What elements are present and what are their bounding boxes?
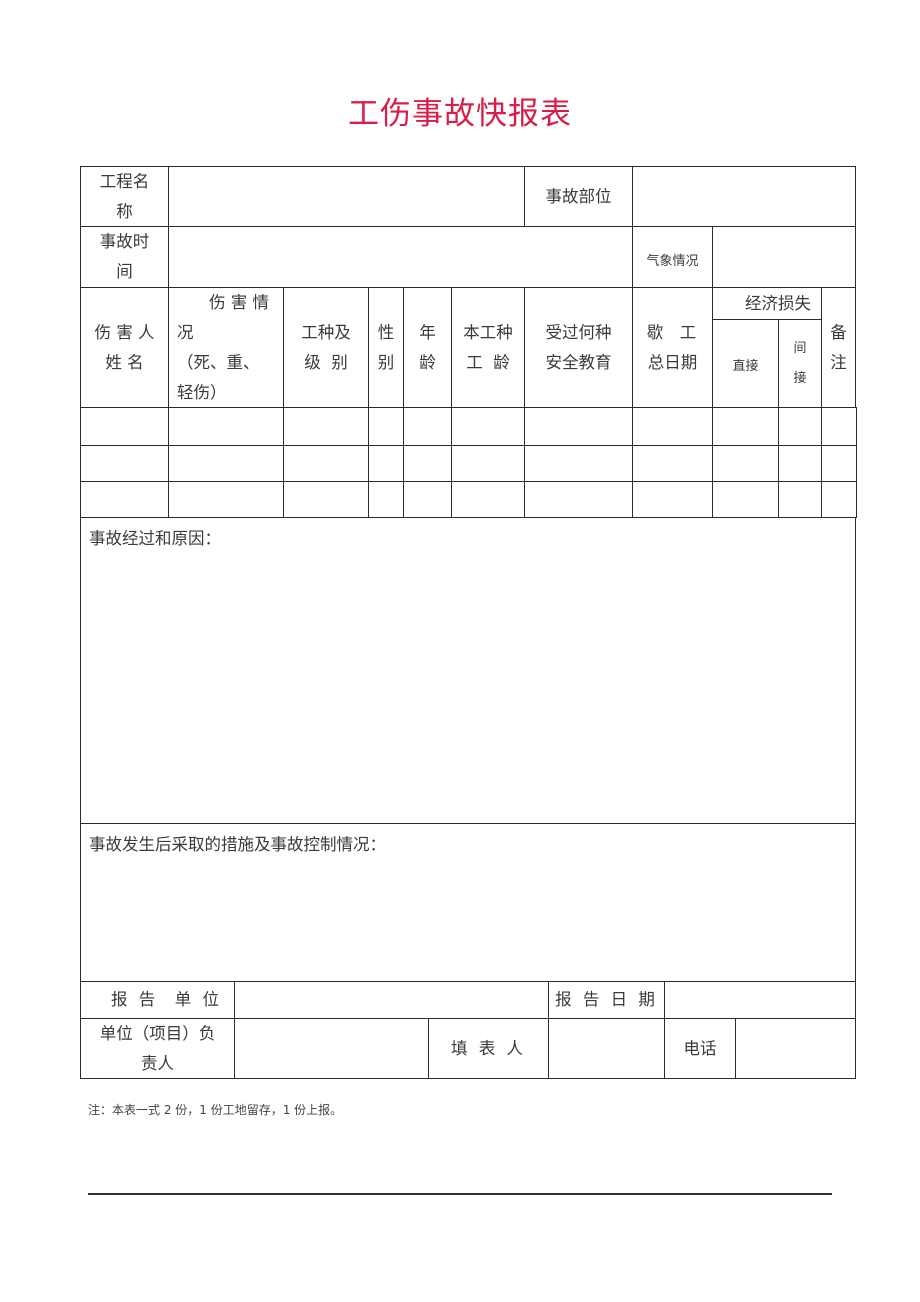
cell-age[interactable] <box>403 445 452 482</box>
header-line: 总日期 <box>647 352 698 372</box>
header-line: 安全教育 <box>545 352 612 372</box>
cell-age[interactable] <box>403 481 452 518</box>
header-line: 龄 <box>419 352 436 372</box>
form-title: 工伤事故快报表 <box>348 96 572 132</box>
cell-injury-status[interactable] <box>168 445 284 482</box>
label-line: 责人 <box>141 1053 174 1073</box>
cell-direct-loss[interactable] <box>712 481 779 518</box>
accident-location-field[interactable] <box>632 166 856 227</box>
header-line: 年 <box>419 322 436 342</box>
cell-injured-name[interactable] <box>80 407 169 446</box>
header-line: （死、重、 <box>177 352 260 372</box>
cell-job-grade[interactable] <box>283 407 369 446</box>
header-age: 年龄 <box>403 287 452 408</box>
cell-safety-education[interactable] <box>524 481 633 518</box>
header-line: 别 <box>377 352 395 372</box>
reporting-unit-field[interactable] <box>234 981 549 1019</box>
reporting-unit-label: 报 告 单 位 <box>80 981 235 1019</box>
header-line: 工 龄 <box>466 352 510 372</box>
responsible-label: 单位（项目）负 责人 <box>80 1018 235 1079</box>
footnote: 注：本表一式 2 份，1 份工地留存，1 份上报。 <box>88 1103 343 1117</box>
cell-safety-education[interactable] <box>524 407 633 446</box>
report-date-field[interactable] <box>664 981 856 1019</box>
header-job-grade: 工种及级 别 <box>283 287 369 408</box>
cell-lost-workdays[interactable] <box>632 445 713 482</box>
header-lost-workdays: 歇 工总日期 <box>632 287 713 408</box>
header-line: 伤 害 人 <box>94 322 155 342</box>
header-line: 注 <box>830 352 847 372</box>
cell-remarks[interactable] <box>821 445 857 482</box>
cell-gender[interactable] <box>368 481 404 518</box>
label-line: 单位（项目）负 <box>99 1023 216 1043</box>
filler-field[interactable] <box>548 1018 665 1079</box>
cell-job-seniority[interactable] <box>451 481 525 518</box>
header-line: 备 <box>830 322 847 342</box>
cell-injury-status[interactable] <box>168 481 284 518</box>
cell-lost-workdays[interactable] <box>632 481 713 518</box>
header-economic-loss: 经济损失 <box>712 287 822 320</box>
header-line: 姓 名 <box>105 352 144 372</box>
cell-gender[interactable] <box>368 407 404 446</box>
header-line: 伤 害 情 <box>209 292 269 312</box>
header-line: 轻伤） <box>177 382 227 402</box>
cell-indirect-loss[interactable] <box>778 445 822 482</box>
cell-remarks[interactable] <box>821 407 857 446</box>
cell-injured-name[interactable] <box>80 445 169 482</box>
header-remarks: 备注 <box>821 287 856 408</box>
responsible-field[interactable] <box>234 1018 429 1079</box>
cell-indirect-loss[interactable] <box>778 407 822 446</box>
header-gender: 性别 <box>368 287 404 408</box>
cell-job-grade[interactable] <box>283 445 369 482</box>
label-line: 间 <box>116 262 133 281</box>
header-line: 间 <box>793 340 807 356</box>
cell-lost-workdays[interactable] <box>632 407 713 446</box>
weather-label: 气象情况 <box>632 226 713 288</box>
header-line: 性 <box>377 322 395 342</box>
header-line: 工种及 <box>301 322 351 342</box>
cell-job-seniority[interactable] <box>451 407 525 446</box>
cell-direct-loss[interactable] <box>712 407 779 446</box>
cell-remarks[interactable] <box>821 481 857 518</box>
cell-job-grade[interactable] <box>283 481 369 518</box>
header-job-seniority: 本工种工 龄 <box>451 287 525 408</box>
cell-injured-name[interactable] <box>80 481 169 518</box>
header-line: 歇 工 <box>646 322 699 342</box>
report-date-label: 报 告 日 期 <box>548 981 665 1019</box>
accident-location-label: 事故部位 <box>524 166 633 227</box>
header-safety-education: 受过何种 安全教育 <box>524 287 633 408</box>
cell-gender[interactable] <box>368 445 404 482</box>
cell-indirect-loss[interactable] <box>778 481 822 518</box>
phone-field[interactable] <box>735 1018 856 1079</box>
process-cause-label: 事故经过和原因： <box>89 529 221 548</box>
label-line: 称 <box>116 201 133 221</box>
label-line: 工程名 <box>99 171 150 191</box>
header-indirect: 间接 <box>778 319 822 408</box>
cell-age[interactable] <box>403 407 452 446</box>
project-name-field[interactable] <box>168 166 525 227</box>
header-line: 况 <box>177 322 194 342</box>
project-name-label: 工程名称 <box>80 166 169 227</box>
cell-injury-status[interactable] <box>168 407 284 446</box>
accident-time-field[interactable] <box>168 226 633 288</box>
footer-divider <box>88 1193 832 1195</box>
measures-label: 事故发生后采取的措施及事故控制情况： <box>89 835 386 854</box>
header-line: 本工种 <box>463 322 513 342</box>
weather-field[interactable] <box>712 226 856 288</box>
header-line: 级 别 <box>304 352 348 372</box>
cell-direct-loss[interactable] <box>712 445 779 482</box>
accident-time-label: 事故时间 <box>80 226 169 288</box>
measures-section[interactable]: 事故发生后采取的措施及事故控制情况： <box>80 823 856 982</box>
header-injured-name: 伤 害 人姓 名 <box>80 287 169 408</box>
filler-label: 填 表 人 <box>428 1018 549 1079</box>
label-line: 事故时 <box>99 232 150 251</box>
process-cause-section[interactable]: 事故经过和原因： <box>80 517 856 824</box>
header-injury-status: 伤 害 情 况 （死、重、 轻伤） <box>168 287 284 408</box>
header-line: 接 <box>793 370 807 386</box>
cell-job-seniority[interactable] <box>451 445 525 482</box>
header-direct: 直接 <box>712 319 779 408</box>
cell-safety-education[interactable] <box>524 445 633 482</box>
header-line: 受过何种 <box>545 322 612 342</box>
phone-label: 电话 <box>664 1018 736 1079</box>
